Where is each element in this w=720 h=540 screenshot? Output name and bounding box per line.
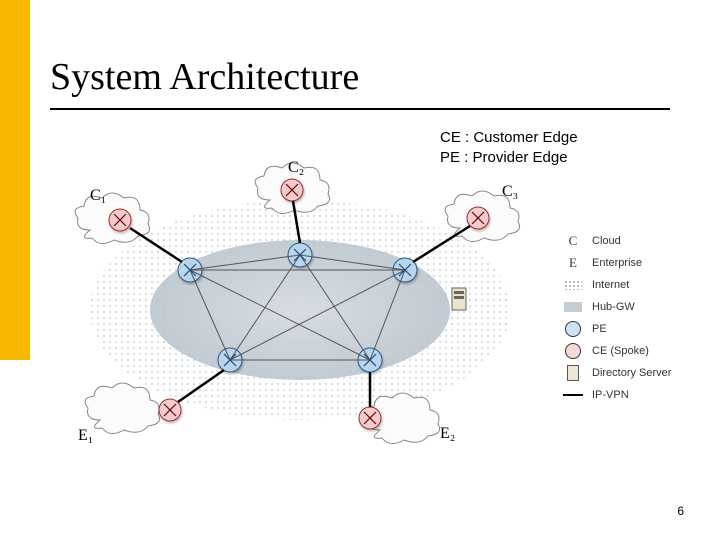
legend-ds: Directory Server — [592, 367, 671, 379]
legend-enterprise: Enterprise — [592, 257, 642, 269]
label-e1: E₁ — [78, 427, 93, 444]
legend-top-ce: CE : Customer Edge — [440, 128, 578, 148]
label-c2: C₂ — [288, 160, 304, 176]
page-title: System Architecture — [50, 55, 359, 99]
legend-ipvpn: IP-VPN — [592, 389, 629, 401]
legend-internet: Internet — [592, 279, 629, 291]
hub-swatch-icon — [564, 302, 582, 312]
server-icon — [567, 365, 579, 381]
page-number: 6 — [677, 504, 684, 518]
pe-router-icon — [565, 321, 581, 337]
architecture-diagram: C₁ C₂ C₃ E₁ E₂ — [60, 160, 540, 460]
accent-bar — [0, 0, 30, 360]
directory-server — [452, 288, 466, 310]
legend-hub: Hub-GW — [592, 301, 635, 313]
cloud-e1 — [85, 383, 160, 434]
legend-pe: PE — [592, 323, 607, 335]
label-e2: E₂ — [440, 425, 455, 442]
internet-swatch-icon — [564, 280, 582, 290]
title-underline — [50, 108, 670, 110]
legend-cloud: Cloud — [592, 235, 621, 247]
slide: System Architecture CE : Customer Edge P… — [0, 0, 720, 540]
label-c1: C₁ — [90, 187, 106, 204]
label-c3: C₃ — [502, 183, 518, 200]
line-icon — [563, 394, 583, 396]
legend-ce: CE (Spoke) — [592, 345, 649, 357]
legend-right: CCloud EEnterprise Internet Hub-GW PE CE… — [560, 230, 710, 406]
ce-router-icon — [565, 343, 581, 359]
